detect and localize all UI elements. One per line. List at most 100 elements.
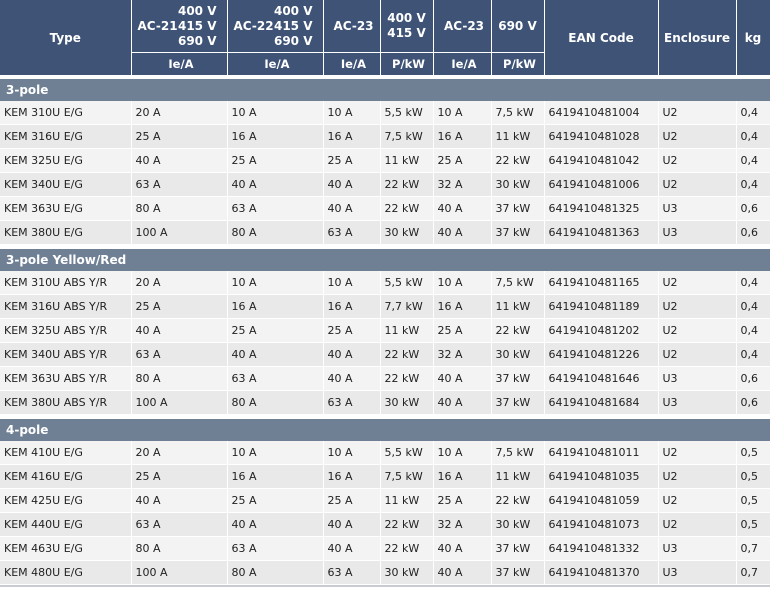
cell-ac21: 63 A [131, 512, 228, 537]
cell-ac21: 40 A [131, 318, 228, 343]
table-row: KEM 310U E/G 20 A 10 A 10 A 5,5 kW 10 A 7,5 kW… [0, 101, 770, 125]
cell-enclosure: U2 [658, 441, 737, 465]
cell-ean: 6419410481325 [544, 196, 659, 221]
cell-kg: 0,4 [736, 342, 770, 367]
ac21-volt-3: 690 V [177, 33, 217, 48]
cell-ac23-ie: 40 A [323, 366, 381, 391]
table-row: KEM 416U E/G 25 A 16 A 16 A 7,5 kW 16 A 11 kW 6… [0, 464, 770, 489]
table-body: 3-pole KEM 310U E/G 20 A 10 A 10 A 5,5 kW 10 A… [0, 75, 770, 587]
cell-690-kw: 37 kW [491, 536, 545, 561]
cell-ean: 6419410481073 [544, 512, 659, 537]
cell-ac23b-ie: 32 A [433, 342, 492, 367]
cell-690-kw: 37 kW [491, 390, 545, 415]
cell-kg: 0,5 [736, 512, 770, 537]
cell-690-kw: 37 kW [491, 196, 545, 221]
group-title: 3-pole Yellow/Red [0, 249, 770, 271]
cell-ac22: 40 A [227, 512, 324, 537]
cell-ac23-ie: 40 A [323, 512, 381, 537]
cell-enclosure: U3 [658, 220, 737, 245]
unit-ac23b-ie: Ie/A [433, 52, 492, 75]
cell-400-kw: 5,5 kW [380, 101, 434, 125]
cell-ac21: 100 A [131, 560, 228, 585]
cell-690-kw: 11 kW [491, 464, 545, 489]
cell-ac23-ie: 16 A [323, 464, 381, 489]
cell-ac23b-ie: 40 A [433, 536, 492, 561]
table-row: KEM 316U ABS Y/R 25 A 16 A 16 A 7,7 kW 16 A 11… [0, 294, 770, 319]
table-row: KEM 440U E/G 63 A 40 A 40 A 22 kW 32 A 30 kW 64… [0, 512, 770, 537]
cell-ac23-ie: 63 A [323, 560, 381, 585]
cell-kg: 0,6 [736, 366, 770, 391]
cell-kg: 0,5 [736, 441, 770, 465]
cell-400-kw: 7,5 kW [380, 124, 434, 149]
table-row: KEM 425U E/G 40 A 25 A 25 A 11 kW 25 A 22 kW 64… [0, 488, 770, 513]
cell-690-kw: 22 kW [491, 318, 545, 343]
cell-ac23-ie: 16 A [323, 294, 381, 319]
cell-400-kw: 5,5 kW [380, 271, 434, 295]
cell-ean: 6419410481363 [544, 220, 659, 245]
cell-kg: 0,7 [736, 536, 770, 561]
cell-690-kw: 22 kW [491, 488, 545, 513]
table-row: KEM 363U ABS Y/R 80 A 63 A 40 A 22 kW 40 A 37 … [0, 366, 770, 391]
cell-ac23b-ie: 32 A [433, 172, 492, 197]
cell-ac23b-ie: 25 A [433, 488, 492, 513]
table-row: KEM 340U ABS Y/R 63 A 40 A 40 A 22 kW 32 A 30 … [0, 342, 770, 367]
cell-ean: 6419410481189 [544, 294, 659, 319]
cell-enclosure: U2 [658, 271, 737, 295]
cell-690-kw: 7,5 kW [491, 441, 545, 465]
cell-690-kw: 11 kW [491, 124, 545, 149]
ac22-volt-3: 690 V [273, 33, 313, 48]
table-row: KEM 340U E/G 63 A 40 A 40 A 22 kW 32 A 30 kW 64… [0, 172, 770, 197]
unit-ac22: Ie/A [227, 52, 324, 75]
cell-ac22: 63 A [227, 196, 324, 221]
cell-ac22: 40 A [227, 342, 324, 367]
cell-690-kw: 7,5 kW [491, 101, 545, 125]
cell-ac22: 10 A [227, 271, 324, 295]
cell-enclosure: U3 [658, 536, 737, 561]
cell-ac23-ie: 25 A [323, 488, 381, 513]
cell-kg: 0,6 [736, 220, 770, 245]
cell-enclosure: U2 [658, 294, 737, 319]
cell-ac23b-ie: 32 A [433, 512, 492, 537]
cell-kg: 0,7 [736, 560, 770, 585]
volt-400: 400 V [387, 11, 426, 25]
cell-enclosure: U3 [658, 390, 737, 415]
cell-enclosure: U2 [658, 172, 737, 197]
cell-ac23b-ie: 40 A [433, 196, 492, 221]
group-header: 3-pole Yellow/Red [0, 249, 770, 271]
ac21-label: AC-21 [137, 19, 178, 33]
cell-ean: 6419410481059 [544, 488, 659, 513]
cell-400-kw: 5,5 kW [380, 441, 434, 465]
cell-type: KEM 416U E/G [0, 464, 132, 489]
unit-ac23-ie: Ie/A [323, 52, 381, 75]
ac22-label: AC-22 [233, 19, 274, 33]
cell-ac23-ie: 40 A [323, 172, 381, 197]
table-row: KEM 380U ABS Y/R 100 A 80 A 63 A 30 kW 40 A 37… [0, 390, 770, 415]
cell-type: KEM 440U E/G [0, 512, 132, 537]
cell-ac23-ie: 10 A [323, 101, 381, 125]
cell-kg: 0,4 [736, 172, 770, 197]
cell-kg: 0,4 [736, 294, 770, 319]
cell-ean: 6419410481006 [544, 172, 659, 197]
unit-ac21: Ie/A [131, 52, 228, 75]
cell-ac21: 63 A [131, 342, 228, 367]
ac21-volt-2: 415 V [177, 18, 217, 33]
cell-ac23b-ie: 25 A [433, 148, 492, 173]
cell-enclosure: U2 [658, 124, 737, 149]
cell-ac22: 25 A [227, 318, 324, 343]
cell-ac22: 80 A [227, 560, 324, 585]
cell-type: KEM 480U E/G [0, 560, 132, 585]
cell-ac22: 63 A [227, 366, 324, 391]
cell-type: KEM 340U ABS Y/R [0, 342, 132, 367]
cell-690-kw: 11 kW [491, 294, 545, 319]
cell-type: KEM 363U ABS Y/R [0, 366, 132, 391]
cell-enclosure: U2 [658, 512, 737, 537]
cell-ac23b-ie: 10 A [433, 271, 492, 295]
cell-ac23b-ie: 16 A [433, 294, 492, 319]
cell-ac23b-ie: 16 A [433, 464, 492, 489]
footer-rule-cell [0, 584, 770, 587]
table-row: KEM 310U ABS Y/R 20 A 10 A 10 A 5,5 kW 10 A 7,… [0, 271, 770, 295]
cell-ac21: 80 A [131, 366, 228, 391]
cell-ac23-ie: 10 A [323, 441, 381, 465]
col-690-header: 690 V [491, 0, 545, 53]
cell-ac23b-ie: 40 A [433, 390, 492, 415]
